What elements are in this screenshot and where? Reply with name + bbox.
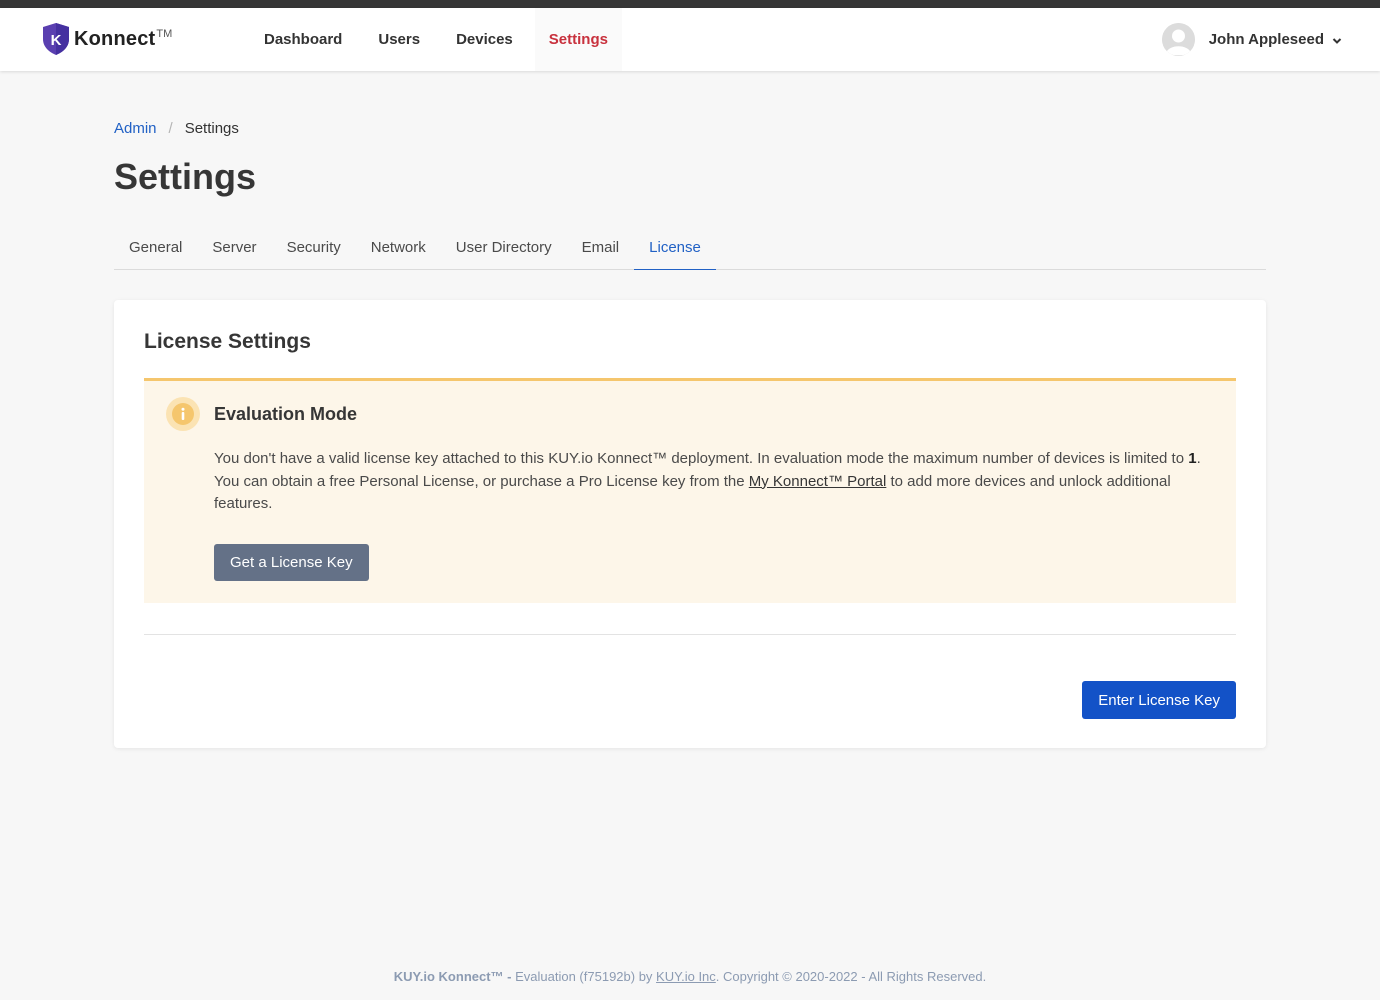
shield-logo-icon: K — [43, 23, 69, 55]
breadcrumb-separator: / — [168, 119, 173, 137]
footer-edition: Evaluation (f75192b) by — [511, 969, 657, 984]
top-strip — [0, 0, 1380, 8]
footer: KUY.io Konnect™ - Evaluation (f75192b) b… — [0, 969, 1380, 984]
footer-product: KUY.io Konnect™ - — [393, 969, 512, 984]
footer-company-link[interactable]: KUY.io Inc — [656, 969, 716, 984]
chevron-down-icon — [1332, 37, 1342, 44]
page-title: Settings — [114, 156, 257, 197]
notice-title: Evaluation Mode — [214, 404, 358, 424]
konnect-portal-link[interactable]: My Konnect™ Portal — [749, 473, 887, 490]
tab-general[interactable]: General — [114, 236, 197, 270]
notice-text-part1: You don't have a valid license key attac… — [214, 450, 1189, 467]
user-avatar-icon — [1161, 23, 1195, 56]
device-limit: 1 — [1188, 450, 1197, 467]
get-license-key-button[interactable]: Get a License Key — [214, 544, 369, 581]
avatar — [1161, 23, 1195, 56]
nav-dashboard[interactable]: Dashboard — [246, 8, 360, 71]
footer-copyright: . Copyright © 2020-2022 - All Rights Res… — [715, 969, 987, 984]
card-title: License Settings — [144, 330, 311, 353]
info-icon — [166, 397, 200, 431]
brand-tm: TM — [156, 28, 173, 40]
tab-user-directory[interactable]: User Directory — [441, 236, 567, 270]
brand-name: Konnect — [74, 28, 156, 50]
navbar: K Konnect TM Dashboard Users Devices Set… — [0, 8, 1380, 71]
tab-license[interactable]: License — [634, 236, 716, 270]
main-content: Admin / Settings Settings General Server… — [114, 118, 1266, 270]
nav-devices[interactable]: Devices — [438, 8, 531, 71]
user-name: John Appleseed — [1208, 31, 1324, 48]
settings-tabs: General Server Security Network User Dir… — [114, 236, 1266, 270]
tab-security[interactable]: Security — [272, 236, 356, 270]
main-nav: Dashboard Users Devices Settings — [246, 8, 622, 71]
brand-logo[interactable]: K Konnect TM — [42, 22, 172, 56]
license-settings-card: License Settings Evaluation Mode You don… — [114, 300, 1266, 748]
nav-users[interactable]: Users — [360, 8, 438, 71]
tab-email[interactable]: Email — [567, 236, 635, 270]
tab-server[interactable]: Server — [197, 236, 271, 270]
nav-settings[interactable]: Settings — [534, 8, 622, 71]
user-menu[interactable]: John Appleseed — [1161, 23, 1342, 56]
breadcrumb-admin-link[interactable]: Admin — [114, 120, 157, 137]
enter-license-key-button[interactable]: Enter License Key — [1082, 681, 1236, 719]
notice-text: You don't have a valid license key attac… — [214, 448, 1214, 516]
tab-network[interactable]: Network — [356, 236, 441, 270]
evaluation-notice: Evaluation Mode You don't have a valid l… — [144, 378, 1236, 603]
breadcrumb: Admin / Settings — [114, 118, 1266, 138]
card-divider — [144, 634, 1236, 635]
breadcrumb-current: Settings — [184, 119, 239, 137]
logo-letter: K — [51, 32, 62, 49]
